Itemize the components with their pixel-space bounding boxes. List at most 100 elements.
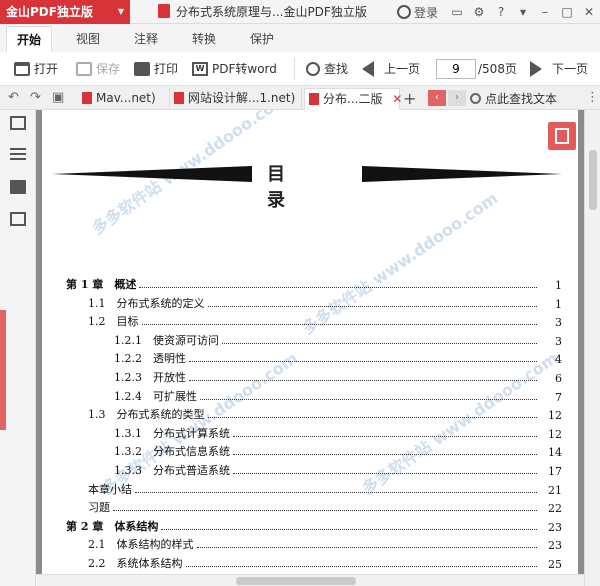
toc-entry-page: 1 (555, 297, 562, 311)
document-viewport[interactable]: 多多软件站 www.ddooo.com 多多软件站 www.ddooo.com … (36, 110, 600, 586)
toc-entry-title: 1.1 分布式系统的定义 (88, 296, 205, 310)
save-button[interactable]: 保存 (76, 60, 120, 78)
sidebar-collapse-handle[interactable] (0, 310, 6, 430)
toc-entry-page: 3 (555, 316, 562, 330)
toc-entry[interactable]: 1.2.2 透明性 4 (66, 348, 562, 366)
toc-entry[interactable]: 第 2 章 体系结构 23 (66, 516, 562, 534)
tab-convert[interactable]: 转换 (192, 30, 216, 47)
more-icon[interactable]: ⋮ (586, 90, 599, 105)
toc-leader-dots (200, 398, 537, 400)
toc-entry-page: 12 (548, 427, 562, 441)
next-page-label: 下一页 (552, 62, 589, 76)
tab-view[interactable]: 视图 (76, 30, 100, 47)
toolbar-divider (294, 58, 295, 80)
redo-icon[interactable]: ↷ (30, 90, 41, 105)
undo-icon[interactable]: ↶ (8, 90, 19, 105)
minimize-icon[interactable]: – (534, 5, 556, 19)
pdf-file-icon (174, 92, 184, 104)
bookmark-icon[interactable] (10, 116, 26, 130)
quick-convert-button[interactable] (548, 122, 576, 150)
toc-entry-title: 1.3.3 分布式普适系统 (114, 464, 230, 477)
toc-entry[interactable]: 本章小结 21 (66, 479, 562, 497)
toc-entry-page: 1 (555, 279, 562, 292)
vertical-scrollbar[interactable] (584, 110, 600, 586)
toc-entry-title: 1.3.1 分布式计算系统 (114, 426, 230, 440)
toc-entry[interactable]: 2.1 体系结构的样式 23 (66, 534, 562, 552)
close-tab-icon[interactable]: ✕ (392, 92, 402, 106)
toc-entry[interactable]: 1.2.4 可扩展性 7 (66, 386, 562, 404)
menu-chevron-icon[interactable]: ▾ (512, 5, 534, 19)
save-icon (76, 62, 92, 76)
pdf-to-word-button[interactable]: W PDF转word (192, 60, 277, 78)
maximize-icon[interactable]: □ (556, 5, 578, 19)
toc-entry-page: 14 (548, 446, 562, 460)
document-tab-bar: ↶ ↷ ▣ Mav...net) 网站设计解...1.net) 分布...二版 … (0, 86, 600, 110)
title-bar: 金山PDF独立版 ▼ 分布式系统原理与...金山PDF独立版 登录 ▭ ⚙ ? … (0, 0, 600, 24)
print-button[interactable]: 打印 (134, 60, 178, 78)
help-button[interactable]: ? (490, 5, 512, 19)
main-toolbar: 打开 保存 打印 W PDF转word 查找 上一页 /508页 下一页 (0, 52, 600, 86)
tab-start[interactable]: 开始 (6, 26, 53, 52)
quick-save-icon[interactable]: ▣ (52, 90, 64, 105)
message-icon[interactable]: ▭ (446, 5, 468, 19)
toc-entry-page: 23 (548, 520, 562, 534)
tab-annotate[interactable]: 注释 (134, 30, 158, 47)
window-controls: 登录 ▭ ⚙ ? ▾ – □ ✕ (396, 0, 600, 24)
convert-icon[interactable] (10, 212, 26, 226)
horizontal-scrollbar[interactable] (36, 574, 584, 586)
tab-protect[interactable]: 保护 (250, 30, 274, 47)
toc-entry[interactable]: 1.2.1 使资源可访问 3 (66, 330, 562, 348)
toc-leader-dots (185, 566, 537, 567)
toc-leader-dots (233, 454, 537, 456)
doc-tab-1[interactable]: Mav...net) (78, 88, 170, 110)
doc-tab-3-active[interactable]: 分布...二版 ✕ (304, 88, 402, 110)
gear-icon[interactable]: ⚙ (468, 5, 490, 19)
chevron-down-icon: ▼ (117, 7, 124, 16)
toc-entry-page: 4 (555, 353, 562, 367)
toc-entry[interactable]: 习题 22 (66, 497, 562, 515)
document-title: 分布式系统原理与...金山PDF独立版 (176, 5, 367, 19)
ribbon-tab-bar: 开始 视图 注释 转换 保护 (0, 24, 600, 52)
toc-entry-title: 2.1 体系结构的样式 (88, 538, 194, 552)
app-menu-button[interactable]: 金山PDF独立版 ▼ (0, 0, 130, 24)
tab-scroll-right-icon[interactable]: › (448, 90, 466, 106)
folder-open-icon (14, 62, 30, 76)
doc-tab-label: 分布...二版 (323, 92, 383, 106)
page-number-input[interactable] (436, 59, 476, 79)
open-button[interactable]: 打开 (14, 60, 58, 78)
find-button[interactable]: 查找 (306, 60, 348, 78)
scroll-thumb[interactable] (589, 150, 597, 210)
next-page-button[interactable]: 下一页 (530, 60, 588, 78)
toc-leader-dots (139, 287, 537, 288)
pdf-file-icon (309, 93, 319, 105)
pdf-file-icon (82, 92, 92, 104)
thumbnail-icon[interactable] (10, 180, 26, 194)
toc-entry-title: 2.2 系统体系结构 (88, 557, 183, 570)
toc-entry[interactable]: 1.3.3 分布式普适系统 17 (66, 460, 562, 478)
toc-entry[interactable]: 1.2.3 开放性 6 (66, 367, 562, 385)
toc-entry[interactable]: 1.1 分布式系统的定义 1 (66, 293, 562, 311)
login-button[interactable]: 登录 (414, 4, 438, 21)
toc-entry[interactable]: 1.2 目标 3 (66, 311, 562, 329)
find-text-button[interactable]: 点此查找文本 (470, 90, 557, 107)
close-icon[interactable]: ✕ (578, 5, 600, 19)
tab-scroll-left-icon[interactable]: ‹ (428, 90, 446, 106)
user-icon[interactable] (396, 5, 411, 19)
toc-leader-dots (233, 473, 537, 474)
word-convert-icon: W (192, 62, 208, 76)
prev-page-button[interactable]: 上一页 (362, 60, 420, 78)
outline-list-icon[interactable] (10, 148, 26, 162)
scroll-thumb[interactable] (236, 577, 356, 585)
toc-entry-page: 21 (548, 483, 562, 497)
toc-entry[interactable]: 1.3.2 分布式信息系统 14 (66, 441, 562, 459)
pdf-page: 多多软件站 www.ddooo.com 多多软件站 www.ddooo.com … (42, 110, 578, 586)
new-tab-icon[interactable]: + (403, 89, 416, 108)
toc-entry-title: 第 2 章 体系结构 (66, 519, 159, 533)
toc-entry[interactable]: 1.3 分布式系统的类型 12 (66, 404, 562, 422)
doc-tab-2[interactable]: 网站设计解...1.net) (170, 88, 302, 110)
toc-entry[interactable]: 1.3.1 分布式计算系统 12 (66, 423, 562, 441)
doc-tab-label: 网站设计解...1.net) (188, 91, 296, 105)
toc-entry-page: 3 (555, 334, 562, 348)
toc-entry[interactable]: 第 1 章 概述 1 (66, 274, 562, 292)
toc-entry[interactable]: 2.2 系统体系结构 25 (66, 553, 562, 571)
